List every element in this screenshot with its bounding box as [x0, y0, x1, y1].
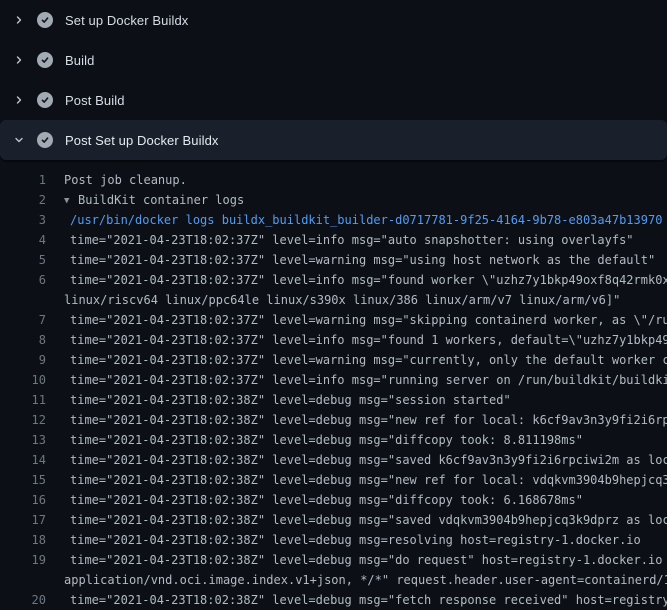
log-line-number[interactable]: 20	[0, 590, 46, 610]
log-line-text: time="2021-04-23T18:02:38Z" level=debug …	[64, 410, 667, 430]
log-line-number[interactable]: 5	[0, 250, 46, 270]
check-circle-icon	[37, 132, 53, 148]
check-circle-icon	[37, 52, 53, 68]
log-line-number[interactable]	[0, 570, 46, 590]
log-line: 9 time="2021-04-23T18:02:37Z" level=warn…	[0, 350, 667, 370]
log-line-number[interactable]	[0, 290, 46, 310]
log-line-text: ▼BuildKit container logs	[64, 190, 244, 210]
step-title: Post Build	[65, 93, 125, 108]
log-line: 18 time="2021-04-23T18:02:38Z" level=deb…	[0, 530, 667, 550]
actions-log-viewer: { "colors": { "bg": "#0c1016", "row_high…	[0, 0, 667, 600]
step-title: Build	[65, 53, 94, 68]
chevron-right-icon[interactable]	[13, 54, 25, 66]
log-line-text: Post job cleanup.	[64, 170, 187, 190]
log-line-number[interactable]: 19	[0, 550, 46, 570]
log-line-number[interactable]: 3	[0, 210, 46, 230]
log-line-number[interactable]: 17	[0, 510, 46, 530]
log-line-text: linux/riscv64 linux/ppc64le linux/s390x …	[64, 290, 620, 310]
log-line-number[interactable]: 15	[0, 470, 46, 490]
log-line-text: time="2021-04-23T18:02:38Z" level=debug …	[64, 450, 667, 470]
log-line-number[interactable]: 14	[0, 450, 46, 470]
log-line: 19 time="2021-04-23T18:02:38Z" level=deb…	[0, 550, 667, 570]
log-line-text: time="2021-04-23T18:02:38Z" level=debug …	[64, 490, 583, 510]
log-line: 17 time="2021-04-23T18:02:38Z" level=deb…	[0, 510, 667, 530]
log-line-text: time="2021-04-23T18:02:38Z" level=debug …	[64, 550, 667, 570]
log-line: 15 time="2021-04-23T18:02:38Z" level=deb…	[0, 470, 667, 490]
log-line: 20 time="2021-04-23T18:02:38Z" level=deb…	[0, 590, 667, 610]
log-line-text: time="2021-04-23T18:02:38Z" level=debug …	[64, 530, 641, 550]
log-line: linux/riscv64 linux/ppc64le linux/s390x …	[0, 290, 667, 310]
log-line: 2 ▼BuildKit container logs	[0, 190, 667, 210]
log-line-number[interactable]: 13	[0, 430, 46, 450]
log-line-text: time="2021-04-23T18:02:37Z" level=info m…	[64, 370, 667, 390]
step-row-post-set-up-docker-buildx[interactable]: Post Set up Docker Buildx	[0, 120, 667, 160]
chevron-right-icon[interactable]	[13, 94, 25, 106]
log-lines: 1 Post job cleanup. 2 ▼BuildKit containe…	[0, 170, 667, 610]
step-row-set-up-docker-buildx[interactable]: Set up Docker Buildx	[0, 0, 667, 40]
log-line-text: time="2021-04-23T18:02:37Z" level=info m…	[64, 270, 667, 290]
log-line: 11 time="2021-04-23T18:02:38Z" level=deb…	[0, 390, 667, 410]
log-line: 12 time="2021-04-23T18:02:38Z" level=deb…	[0, 410, 667, 430]
log-line-number[interactable]: 4	[0, 230, 46, 250]
log-line-number[interactable]: 12	[0, 410, 46, 430]
log-line: 14 time="2021-04-23T18:02:38Z" level=deb…	[0, 450, 667, 470]
chevron-right-icon[interactable]	[13, 14, 25, 26]
log-line: 5 time="2021-04-23T18:02:37Z" level=warn…	[0, 250, 667, 270]
log-line-number[interactable]: 8	[0, 330, 46, 350]
log-line-text: time="2021-04-23T18:02:37Z" level=warnin…	[64, 350, 667, 370]
log-line: 8 time="2021-04-23T18:02:37Z" level=info…	[0, 330, 667, 350]
log-line: 6 time="2021-04-23T18:02:37Z" level=info…	[0, 270, 667, 290]
log-line-text: time="2021-04-23T18:02:37Z" level=warnin…	[64, 310, 667, 330]
group-label[interactable]: BuildKit container logs	[78, 193, 244, 207]
log-line: 13 time="2021-04-23T18:02:38Z" level=deb…	[0, 430, 667, 450]
log-line-number[interactable]: 1	[0, 170, 46, 190]
log-line: application/vnd.oci.image.index.v1+json,…	[0, 570, 667, 590]
step-row-build[interactable]: Build	[0, 40, 667, 80]
log-line-text: time="2021-04-23T18:02:38Z" level=debug …	[64, 470, 667, 490]
step-title: Set up Docker Buildx	[65, 13, 188, 28]
check-circle-icon	[37, 12, 53, 28]
log-line: 10 time="2021-04-23T18:02:37Z" level=inf…	[0, 370, 667, 390]
log-line: 1 Post job cleanup.	[0, 170, 667, 190]
log-line-number[interactable]: 18	[0, 530, 46, 550]
log-line-text: time="2021-04-23T18:02:37Z" level=info m…	[64, 330, 667, 350]
log-line: 16 time="2021-04-23T18:02:38Z" level=deb…	[0, 490, 667, 510]
log-line-number[interactable]: 2	[0, 190, 46, 210]
log-area: 1 Post job cleanup. 2 ▼BuildKit containe…	[0, 160, 667, 610]
log-line-text: time="2021-04-23T18:02:38Z" level=debug …	[64, 390, 511, 410]
log-line-text: /usr/bin/docker logs buildx_buildkit_bui…	[64, 210, 662, 230]
step-row-post-build[interactable]: Post Build	[0, 80, 667, 120]
log-line-text: time="2021-04-23T18:02:38Z" level=debug …	[64, 430, 583, 450]
chevron-down-icon[interactable]	[13, 134, 25, 146]
log-line: 7 time="2021-04-23T18:02:37Z" level=warn…	[0, 310, 667, 330]
check-circle-icon	[37, 92, 53, 108]
log-line-number[interactable]: 11	[0, 390, 46, 410]
log-line-number[interactable]: 6	[0, 270, 46, 290]
log-line-number[interactable]: 9	[0, 350, 46, 370]
log-line-text: time="2021-04-23T18:02:38Z" level=debug …	[64, 590, 667, 610]
log-line-number[interactable]: 10	[0, 370, 46, 390]
step-title: Post Set up Docker Buildx	[65, 133, 219, 148]
log-line: 4 time="2021-04-23T18:02:37Z" level=info…	[0, 230, 667, 250]
log-line-number[interactable]: 16	[0, 490, 46, 510]
log-line-text: time="2021-04-23T18:02:38Z" level=debug …	[64, 510, 667, 530]
steps-list: Set up Docker Buildx Build Post Build Po…	[0, 0, 667, 160]
log-line-number[interactable]: 7	[0, 310, 46, 330]
log-line: 3 /usr/bin/docker logs buildx_buildkit_b…	[0, 210, 667, 230]
log-line-text: application/vnd.oci.image.index.v1+json,…	[64, 570, 667, 590]
log-line-text: time="2021-04-23T18:02:37Z" level=info m…	[64, 230, 634, 250]
log-line-text: time="2021-04-23T18:02:37Z" level=warnin…	[64, 250, 655, 270]
triangle-down-icon[interactable]: ▼	[64, 191, 78, 210]
